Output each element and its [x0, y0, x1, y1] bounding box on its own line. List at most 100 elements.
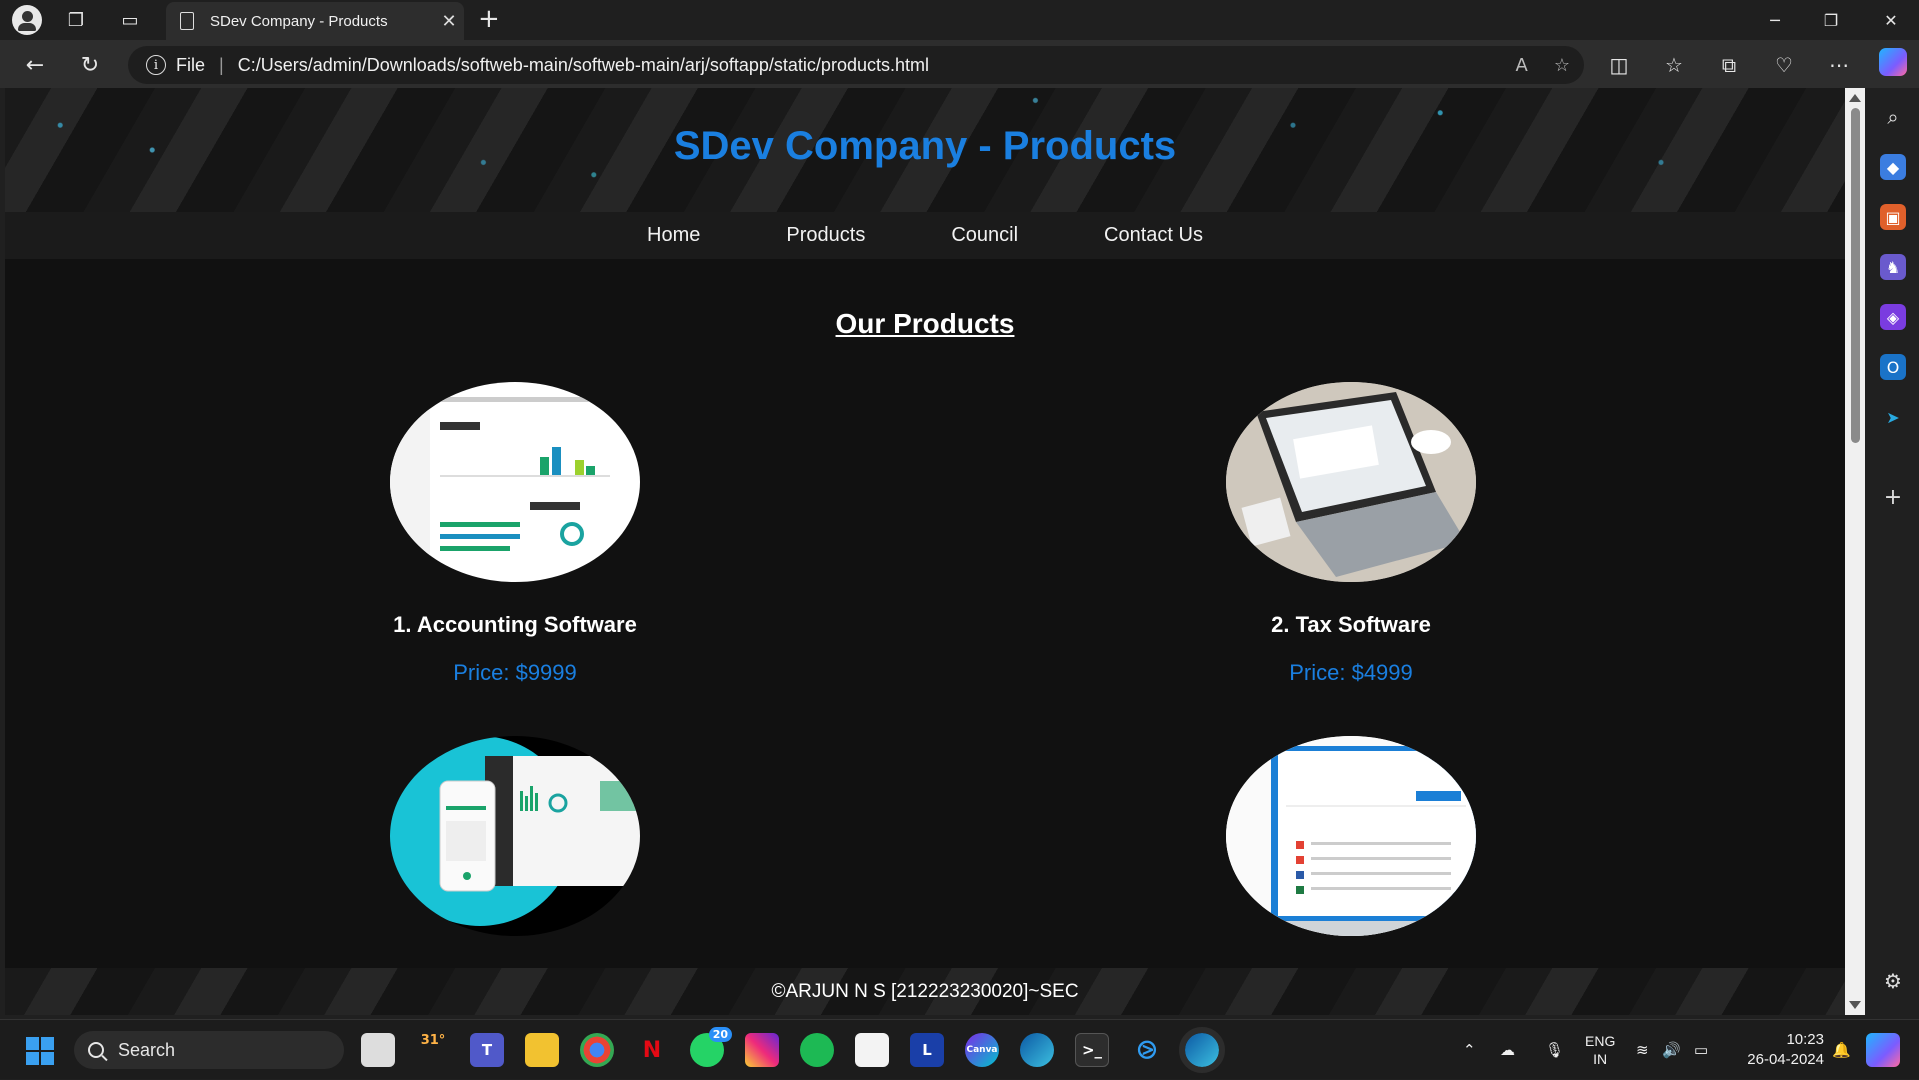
product-price: Price: $4999: [1289, 660, 1413, 685]
address-scheme: File: [176, 54, 206, 75]
search-icon[interactable]: ⌕: [1880, 104, 1906, 130]
main-navigation: Home Products Council Contact Us: [5, 212, 1845, 259]
product-image-3: [390, 736, 640, 936]
product-card-tax: 2. Tax Software Price: $4999: [1141, 382, 1561, 686]
sidebar-settings-gear-icon[interactable]: ⚙: [1880, 968, 1906, 994]
product-image-tax: [1226, 382, 1476, 582]
page-document-icon: [180, 12, 194, 30]
tools-icon[interactable]: ▣: [1880, 204, 1906, 230]
product-card-4: [1141, 736, 1561, 936]
teams-icon[interactable]: T: [470, 1033, 504, 1067]
region-code: IN: [1593, 1051, 1608, 1067]
onedrive-cloud-icon[interactable]: ☁: [1500, 1020, 1515, 1080]
browser-essentials-icon[interactable]: ♡: [1771, 52, 1797, 78]
netflix-icon[interactable]: N: [635, 1033, 669, 1067]
nav-home[interactable]: Home: [604, 224, 743, 247]
close-tab-icon[interactable]: ✕: [434, 11, 464, 32]
page-scrollbar[interactable]: [1845, 88, 1865, 1015]
terminal-icon[interactable]: >_: [1075, 1033, 1109, 1067]
system-clock[interactable]: 10:23 26-04-2024: [1734, 1030, 1824, 1070]
split-screen-icon[interactable]: ◫: [1606, 52, 1632, 78]
notifications-bell-icon[interactable]: 🔔: [1832, 1020, 1851, 1080]
nav-products[interactable]: Products: [743, 224, 908, 247]
nav-contact-us[interactable]: Contact Us: [1061, 224, 1246, 247]
read-aloud-icon[interactable]: A: [1516, 55, 1528, 76]
back-icon[interactable]: ←: [20, 50, 50, 80]
search-icon: [88, 1042, 104, 1058]
file-explorer-icon[interactable]: [525, 1033, 559, 1067]
minimize-icon[interactable]: ─: [1747, 0, 1803, 40]
canva-icon[interactable]: Canva: [965, 1033, 999, 1067]
profile-avatar-icon[interactable]: [12, 5, 42, 35]
edge-sidebar: ⌕ ◆ ▣ ♞ ◈ O ➤ + ⚙: [1867, 88, 1919, 1018]
site-info-icon[interactable]: i: [146, 55, 166, 75]
copilot-taskbar-icon[interactable]: [1866, 1033, 1900, 1067]
workspaces-icon[interactable]: ❐: [62, 6, 90, 34]
language-indicator[interactable]: ENG IN: [1585, 1020, 1615, 1080]
wifi-icon[interactable]: ≋: [1636, 1020, 1649, 1080]
product-name: 2. Tax Software: [1271, 612, 1431, 637]
scroll-down-arrow-icon[interactable]: [1849, 1001, 1861, 1009]
microsoft-store-icon[interactable]: [855, 1033, 889, 1067]
product-card-accounting: 1. Accounting Software Price: $9999: [305, 382, 725, 686]
weather-temperature: 31°: [420, 1033, 446, 1048]
volume-icon[interactable]: 🔊: [1662, 1020, 1681, 1080]
product-image-accounting: [390, 382, 640, 582]
nav-council[interactable]: Council: [908, 224, 1061, 247]
edge-active-icon[interactable]: [1179, 1027, 1225, 1073]
scrollbar-thumb[interactable]: [1851, 108, 1860, 443]
more-menu-icon[interactable]: ⋯: [1826, 52, 1852, 78]
browser-titlebar: ❐ ▭ SDev Company - Products ✕ + ─ ❐ ✕: [0, 0, 1919, 40]
chrome-icon[interactable]: [580, 1033, 614, 1067]
collections-icon[interactable]: ⧉: [1716, 52, 1742, 78]
section-title: Our Products: [835, 308, 1015, 339]
spotify-icon[interactable]: [800, 1033, 834, 1067]
favorites-icon[interactable]: ☆: [1661, 52, 1687, 78]
games-icon[interactable]: ♞: [1880, 254, 1906, 280]
microphone-icon[interactable]: 🎙: [1545, 1020, 1564, 1080]
product-card-3: [305, 736, 725, 936]
vscode-icon[interactable]: ⧁: [1130, 1033, 1164, 1067]
copilot-icon[interactable]: [1879, 48, 1907, 76]
address-url[interactable]: C:/Users/admin/Downloads/softweb-main/so…: [238, 55, 929, 76]
page-footer: ©ARJUN N S [212223230020]~SEC: [5, 968, 1845, 1015]
footer-copyright: ©ARJUN N S [212223230020]~SEC: [771, 981, 1079, 1002]
page-viewport: SDev Company - Products Home Products Co…: [5, 88, 1845, 1015]
microsoft-365-icon[interactable]: ◈: [1880, 304, 1906, 330]
address-bar[interactable]: i File | C:/Users/admin/Downloads/softwe…: [128, 46, 1584, 84]
edge-icon[interactable]: [1020, 1033, 1054, 1067]
refresh-icon[interactable]: ↻: [75, 50, 105, 80]
search-placeholder: Search: [118, 1039, 176, 1060]
instagram-icon[interactable]: [745, 1033, 779, 1067]
outlook-icon[interactable]: O: [1880, 354, 1906, 380]
favorite-star-icon[interactable]: ☆: [1554, 55, 1570, 76]
whatsapp-icon[interactable]: 20: [690, 1027, 732, 1067]
product-name: 1. Accounting Software: [393, 612, 637, 637]
l-app-icon[interactable]: L: [910, 1033, 944, 1067]
battery-icon[interactable]: ▭: [1694, 1020, 1708, 1080]
weather-widget-icon[interactable]: 31°: [416, 1033, 450, 1067]
product-price: Price: $9999: [453, 660, 577, 685]
taskbar-search-box[interactable]: Search: [74, 1031, 344, 1069]
clock-date: 26-04-2024: [1747, 1051, 1824, 1068]
add-sidebar-app-icon[interactable]: +: [1880, 484, 1906, 510]
restore-icon[interactable]: ❐: [1803, 0, 1859, 40]
windows-start-icon[interactable]: [26, 1037, 54, 1065]
browser-toolbar: ← ↻ i File | C:/Users/admin/Downloads/so…: [0, 40, 1919, 88]
scroll-up-arrow-icon[interactable]: [1849, 94, 1861, 102]
header-banner: SDev Company - Products: [5, 88, 1845, 212]
drop-send-icon[interactable]: ➤: [1880, 404, 1906, 430]
close-window-icon[interactable]: ✕: [1863, 0, 1919, 40]
task-view-icon[interactable]: [361, 1033, 395, 1067]
language-code: ENG: [1585, 1033, 1616, 1049]
clock-time: 10:23: [1786, 1031, 1824, 1048]
page-title: SDev Company - Products: [673, 124, 1177, 168]
new-tab-icon[interactable]: +: [478, 4, 500, 34]
browser-tab-active[interactable]: SDev Company - Products ✕: [166, 2, 464, 40]
tab-actions-icon[interactable]: ▭: [116, 6, 144, 34]
whatsapp-unread-badge: 20: [708, 1027, 732, 1042]
windows-taskbar: Search 31° T N 20 L Canva >_ ⧁ ⌃ ☁ 🎙 ENG…: [0, 1019, 1919, 1079]
shopping-tag-icon[interactable]: ◆: [1880, 154, 1906, 180]
product-image-4: [1226, 736, 1476, 936]
show-hidden-icons-chevron-icon[interactable]: ⌃: [1463, 1020, 1476, 1080]
